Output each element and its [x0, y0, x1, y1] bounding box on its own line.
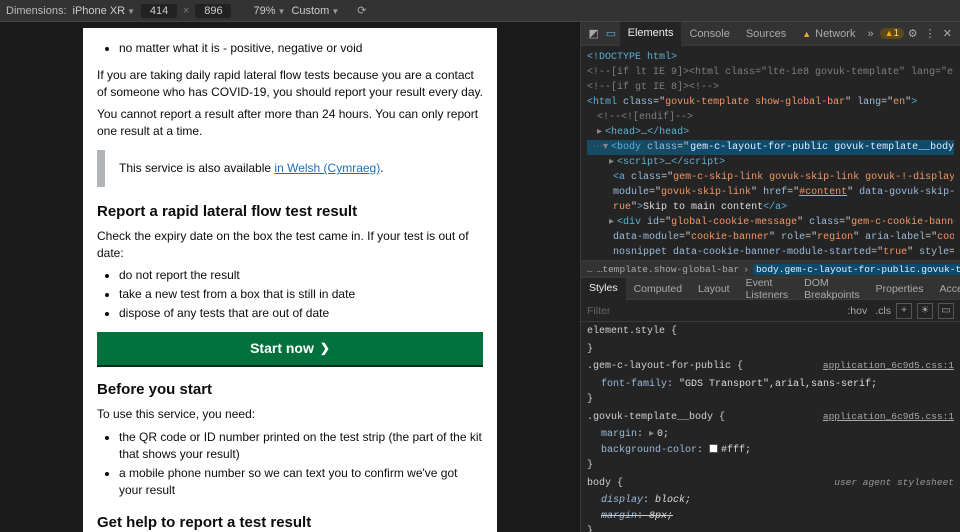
crumb[interactable]: …template.show-global-bar [597, 264, 740, 275]
list-item: take a new test from a box that is still… [119, 286, 483, 303]
list-item: do not report the result [119, 267, 483, 284]
heading-help: Get help to report a test result [97, 512, 483, 532]
tab-elements[interactable]: Elements [620, 22, 682, 46]
paragraph: Check the expiry date on the box the tes… [97, 228, 483, 262]
styles-filter-row: Filter :hov .cls + ☀ ▭ [581, 300, 960, 322]
device-frame: no matter what it is - positive, negativ… [83, 28, 497, 532]
inset-text: This service is also available in Welsh … [97, 150, 483, 187]
inspect-icon[interactable]: ◩ [585, 22, 602, 46]
inset-prefix: This service is also available [119, 161, 271, 175]
devtools-tabbar: ◩ ▭ Elements Console Sources ▲Network » … [581, 22, 960, 46]
hov-toggle[interactable]: :hov [847, 305, 867, 317]
tabs-overflow[interactable]: » [863, 28, 877, 40]
zoom-select[interactable]: 79%▼ [253, 5, 285, 17]
new-rule-icon[interactable]: + [896, 303, 912, 319]
kebab-icon[interactable]: ⋮ [921, 22, 938, 46]
height-input[interactable]: 896 [195, 4, 231, 18]
close-icon[interactable]: ✕ [939, 22, 956, 46]
device-toolbar: Dimensions: iPhone XR▼ 414 × 896 79%▼ Cu… [0, 0, 960, 22]
viewport-area: no matter what it is - positive, negativ… [0, 22, 580, 532]
width-input[interactable]: 414 [141, 4, 177, 18]
device-toggle-icon[interactable]: ▭ [602, 22, 619, 46]
list-item: a mobile phone number so we can text you… [119, 465, 483, 499]
color-swatch[interactable] [709, 444, 718, 453]
dom-tree[interactable]: <!DOCTYPE html> <!--[if lt IE 9]><html c… [581, 46, 960, 260]
warning-triangle-icon: ▲ [802, 29, 811, 39]
list-item: the QR code or ID number printed on the … [119, 429, 483, 463]
rotate-icon[interactable]: ⟳ [357, 4, 366, 17]
start-now-button[interactable]: Start now ❯ [97, 332, 483, 366]
stab-acc[interactable]: Accessibility [931, 278, 960, 300]
tab-sources[interactable]: Sources [738, 22, 794, 46]
dimensions-label: Dimensions: [6, 5, 67, 17]
panel-icon[interactable]: ▭ [938, 303, 954, 319]
paragraph: If you are taking daily rapid lateral fl… [97, 67, 483, 101]
heading-report: Report a rapid lateral flow test result [97, 201, 483, 222]
stab-styles[interactable]: Styles [581, 278, 626, 300]
cls-toggle[interactable]: .cls [875, 305, 891, 317]
welsh-link[interactable]: in Welsh (Cymraeg) [274, 161, 380, 175]
tab-console[interactable]: Console [681, 22, 737, 46]
stab-computed[interactable]: Computed [626, 278, 690, 300]
paragraph: You cannot report a result after more th… [97, 106, 483, 140]
crumb-active[interactable]: body.gem-c-layout-for-public.govuk-templ… [753, 264, 960, 275]
heading-before: Before you start [97, 379, 483, 400]
page-content[interactable]: no matter what it is - positive, negativ… [83, 28, 497, 532]
list-item: dispose of any tests that are out of dat… [119, 305, 483, 322]
styles-tablist: Styles Computed Layout Event Listeners D… [581, 278, 960, 300]
breadcrumb[interactable]: … …template.show-global-bar › body.gem-c… [581, 260, 960, 278]
stab-events[interactable]: Event Listeners [738, 278, 797, 300]
stab-layout[interactable]: Layout [690, 278, 738, 300]
styles-rules[interactable]: element.style { } application_6c9d5.css:… [581, 322, 960, 532]
gear-icon[interactable]: ⚙ [904, 22, 921, 46]
list-item: no matter what it is - positive, negativ… [119, 40, 483, 57]
start-now-label: Start now [250, 339, 314, 359]
rendering-icon[interactable]: ☀ [917, 303, 933, 319]
tab-network[interactable]: ▲Network [794, 22, 863, 46]
chevron-right-icon: ❯ [320, 340, 330, 357]
warning-badge[interactable]: ▲1 [880, 28, 904, 39]
stab-dombp[interactable]: DOM Breakpoints [796, 278, 867, 300]
dim-x: × [183, 5, 189, 17]
stab-props[interactable]: Properties [868, 278, 932, 300]
preset-select[interactable]: Custom▼ [291, 5, 339, 17]
devtools-panel: ◩ ▭ Elements Console Sources ▲Network » … [580, 22, 960, 532]
device-select[interactable]: iPhone XR▼ [73, 5, 136, 17]
paragraph: To use this service, you need: [97, 406, 483, 423]
styles-filter-input[interactable]: Filter [587, 305, 839, 317]
